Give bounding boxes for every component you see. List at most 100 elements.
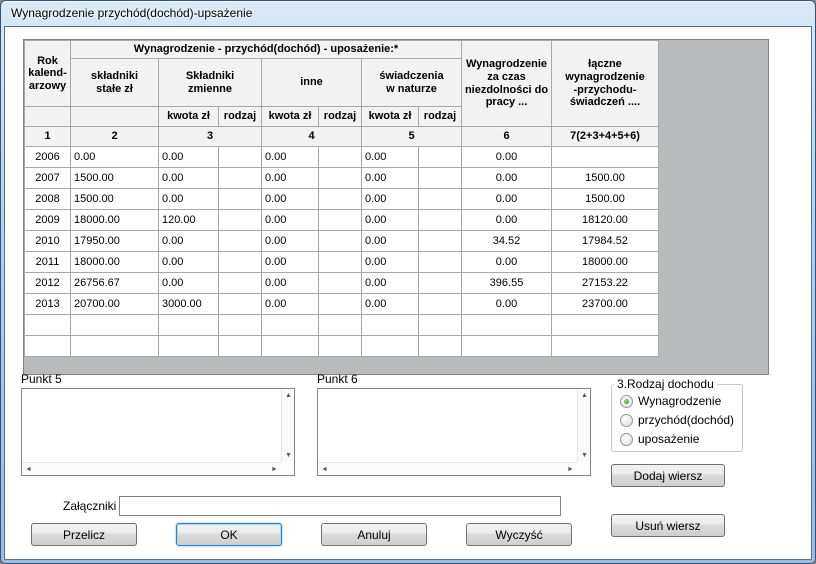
scroll-right-icon[interactable]: ► (564, 463, 577, 476)
grid-cell-zmienne-rodzaj[interactable] (219, 231, 262, 252)
grid-cell-wyn-czas[interactable]: 0.00 (462, 210, 552, 231)
scroll-down-icon[interactable]: ▼ (578, 449, 591, 462)
grid-cell[interactable] (25, 315, 71, 336)
grid-cell-swiadczenia-kwota[interactable]: 0.00 (362, 231, 419, 252)
grid-cell-rok[interactable]: 2010 (25, 231, 71, 252)
grid-cell-zmienne-kwota[interactable]: 0.00 (159, 273, 219, 294)
grid-cell-inne-rodzaj[interactable] (319, 168, 362, 189)
grid-cell-stale[interactable]: 20700.00 (71, 294, 159, 315)
grid-cell-zmienne-kwota[interactable]: 0.00 (159, 147, 219, 168)
grid-cell-stale[interactable]: 17950.00 (71, 231, 159, 252)
grid-cell[interactable] (419, 336, 462, 357)
grid-cell-laczne[interactable]: 1500.00 (552, 168, 659, 189)
grid-cell[interactable] (319, 336, 362, 357)
grid-cell-swiadczenia-rodzaj[interactable] (419, 168, 462, 189)
grid-cell-inne-kwota[interactable]: 0.00 (262, 168, 319, 189)
grid-cell[interactable] (262, 336, 319, 357)
grid-cell[interactable] (71, 336, 159, 357)
grid-cell-stale[interactable]: 0.00 (71, 147, 159, 168)
grid-cell-stale[interactable]: 18000.00 (71, 252, 159, 273)
grid-cell-inne-rodzaj[interactable] (319, 189, 362, 210)
punkt6-horizontal-scrollbar[interactable]: ◄ ► (318, 462, 577, 475)
grid-cell-wyn-czas[interactable]: 0.00 (462, 252, 552, 273)
grid-cell-swiadczenia-rodzaj[interactable] (419, 189, 462, 210)
grid-cell[interactable] (552, 315, 659, 336)
grid-cell-laczne[interactable]: 18000.00 (552, 252, 659, 273)
grid-cell-swiadczenia-kwota[interactable]: 0.00 (362, 252, 419, 273)
punkt6-input[interactable] (319, 390, 576, 461)
grid-cell-zmienne-rodzaj[interactable] (219, 189, 262, 210)
grid-cell-zmienne-kwota[interactable]: 0.00 (159, 252, 219, 273)
scroll-right-icon[interactable]: ► (268, 463, 281, 476)
scroll-left-icon[interactable]: ◄ (22, 463, 35, 476)
grid-cell-rok[interactable]: 2006 (25, 147, 71, 168)
title-bar[interactable]: Wynagrodzenie przychód(dochód)-upsażenie (1, 1, 815, 27)
grid-cell-zmienne-kwota[interactable]: 0.00 (159, 168, 219, 189)
punkt6-vertical-scrollbar[interactable]: ▲ ▼ (577, 389, 590, 462)
grid-cell-rok[interactable]: 2008 (25, 189, 71, 210)
punkt5-vertical-scrollbar[interactable]: ▲ ▼ (281, 389, 294, 462)
grid-cell-swiadczenia-rodzaj[interactable] (419, 231, 462, 252)
grid-cell-swiadczenia-kwota[interactable]: 0.00 (362, 147, 419, 168)
grid-cell-swiadczenia-rodzaj[interactable] (419, 273, 462, 294)
grid-cell[interactable] (219, 336, 262, 357)
grid-cell-inne-rodzaj[interactable] (319, 273, 362, 294)
grid-cell-swiadczenia-kwota[interactable]: 0.00 (362, 210, 419, 231)
grid-cell-stale[interactable]: 18000.00 (71, 210, 159, 231)
usun-wiersz-button[interactable]: Usuń wiersz (611, 514, 725, 537)
grid-cell-inne-kwota[interactable]: 0.00 (262, 294, 319, 315)
grid-cell-inne-rodzaj[interactable] (319, 231, 362, 252)
grid-cell-rok[interactable]: 2013 (25, 294, 71, 315)
grid-cell-wyn-czas[interactable]: 34.52 (462, 231, 552, 252)
punkt5-input[interactable] (23, 390, 280, 461)
grid-cell[interactable] (552, 336, 659, 357)
wyczysc-button[interactable]: Wyczyść (466, 523, 572, 546)
grid-cell-zmienne-rodzaj[interactable] (219, 210, 262, 231)
przelicz-button[interactable]: Przelicz (31, 523, 137, 546)
zalaczniki-input[interactable] (119, 496, 561, 516)
grid-cell[interactable] (319, 315, 362, 336)
grid-cell[interactable] (262, 315, 319, 336)
grid-cell-stale[interactable]: 26756.67 (71, 273, 159, 294)
grid-cell-swiadczenia-rodzaj[interactable] (419, 210, 462, 231)
grid-cell-rok[interactable]: 2007 (25, 168, 71, 189)
grid-cell-swiadczenia-rodzaj[interactable] (419, 252, 462, 273)
grid-cell-laczne[interactable]: 1500.00 (552, 189, 659, 210)
grid-cell[interactable] (219, 315, 262, 336)
grid-cell[interactable] (25, 336, 71, 357)
scroll-left-icon[interactable]: ◄ (318, 463, 331, 476)
grid-cell-zmienne-kwota[interactable]: 3000.00 (159, 294, 219, 315)
grid-cell-swiadczenia-rodzaj[interactable] (419, 294, 462, 315)
grid-cell-zmienne-kwota[interactable]: 120.00 (159, 210, 219, 231)
radio-przychod-dochod[interactable]: przychód(dochód) (620, 413, 734, 427)
anuluj-button[interactable]: Anuluj (321, 523, 427, 546)
grid-cell-inne-rodzaj[interactable] (319, 147, 362, 168)
grid-cell-laczne[interactable]: 23700.00 (552, 294, 659, 315)
grid-cell-inne-kwota[interactable]: 0.00 (262, 210, 319, 231)
grid-cell-zmienne-rodzaj[interactable] (219, 273, 262, 294)
grid-cell-laczne[interactable]: 18120.00 (552, 210, 659, 231)
dodaj-wiersz-button[interactable]: Dodaj wiersz (611, 464, 725, 487)
grid-cell-inne-kwota[interactable]: 0.00 (262, 252, 319, 273)
grid-cell-stale[interactable]: 1500.00 (71, 189, 159, 210)
grid-cell[interactable] (462, 336, 552, 357)
grid-cell-inne-kwota[interactable]: 0.00 (262, 273, 319, 294)
grid-cell-zmienne-kwota[interactable]: 0.00 (159, 231, 219, 252)
grid-cell-swiadczenia-kwota[interactable]: 0.00 (362, 189, 419, 210)
grid-cell-laczne[interactable]: 27153.22 (552, 273, 659, 294)
grid-cell[interactable] (362, 336, 419, 357)
grid-cell-laczne[interactable]: 17984.52 (552, 231, 659, 252)
grid-cell-wyn-czas[interactable]: 0.00 (462, 189, 552, 210)
grid-cell-wyn-czas[interactable]: 0.00 (462, 168, 552, 189)
grid-cell-zmienne-rodzaj[interactable] (219, 252, 262, 273)
grid-cell-rok[interactable]: 2012 (25, 273, 71, 294)
grid-cell-zmienne-rodzaj[interactable] (219, 147, 262, 168)
ok-button[interactable]: OK (176, 523, 282, 546)
grid-cell-swiadczenia-kwota[interactable]: 0.00 (362, 168, 419, 189)
radio-uposazenie[interactable]: uposażenie (620, 432, 699, 446)
grid-cell-rok[interactable]: 2009 (25, 210, 71, 231)
grid-cell-wyn-czas[interactable]: 0.00 (462, 147, 552, 168)
radio-wynagrodzenie[interactable]: Wynagrodzenie (620, 394, 721, 408)
grid-cell-inne-rodzaj[interactable] (319, 252, 362, 273)
grid-cell-swiadczenia-kwota[interactable]: 0.00 (362, 273, 419, 294)
